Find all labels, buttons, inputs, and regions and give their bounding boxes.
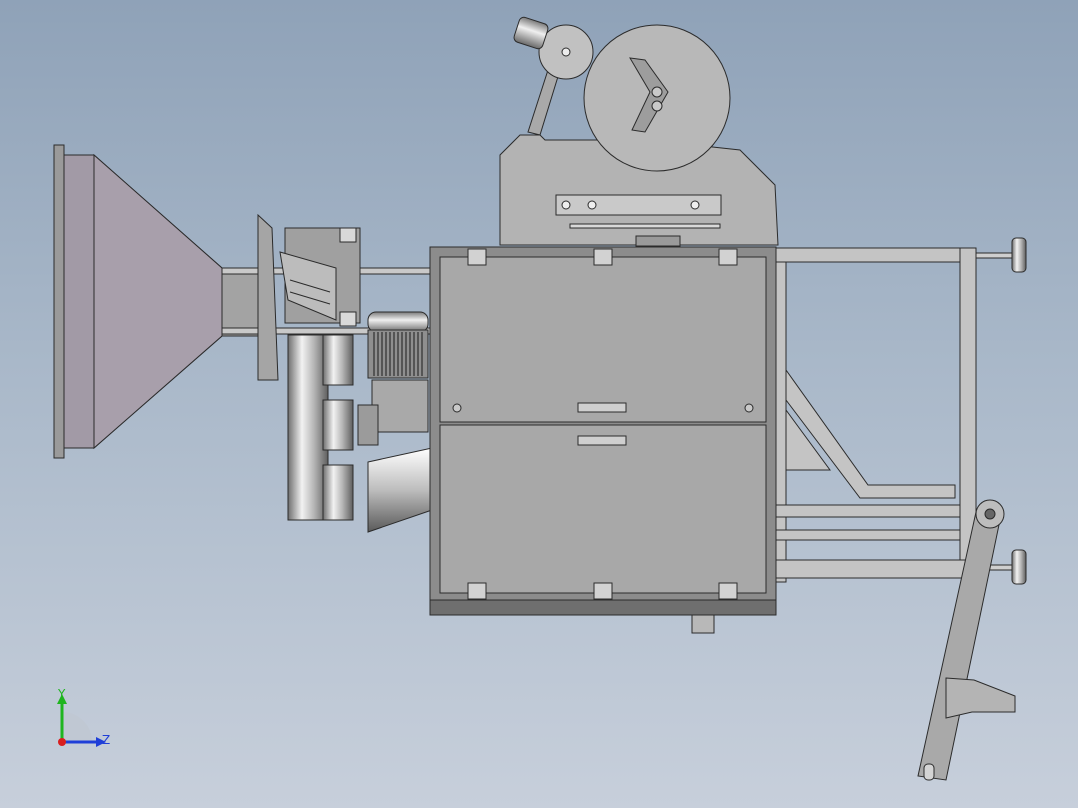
tension-roller-hub bbox=[561, 47, 571, 57]
hopper-flange bbox=[53, 144, 65, 459]
reel-assembly[interactable] bbox=[499, 16, 779, 247]
hopper-neck bbox=[221, 267, 261, 337]
motor-fan-cover bbox=[367, 311, 429, 333]
pulley-groove-2 bbox=[322, 399, 354, 451]
z-axis-label: Z bbox=[102, 733, 110, 747]
pulley-groove-3 bbox=[322, 464, 354, 521]
panel-bolt-left bbox=[452, 403, 462, 413]
drive-motor[interactable] bbox=[357, 311, 429, 446]
main-housing[interactable] bbox=[429, 246, 777, 634]
lower-panel-handle[interactable] bbox=[577, 435, 627, 446]
y-axis-label: Y bbox=[57, 687, 66, 701]
housing-panel-lower bbox=[439, 424, 767, 594]
x-axis-origin bbox=[58, 738, 66, 746]
frame-bottom-rail bbox=[775, 559, 977, 579]
housing-base-plate bbox=[429, 599, 777, 616]
tensioner-arm bbox=[527, 69, 561, 136]
frame-mid-rail bbox=[775, 504, 961, 518]
nameplate bbox=[635, 235, 681, 247]
reel-hub-top bbox=[651, 86, 663, 98]
frame-top-rail bbox=[775, 247, 977, 263]
gearbox bbox=[371, 379, 429, 433]
spring-bottom bbox=[339, 311, 357, 327]
spring-top bbox=[339, 227, 357, 243]
foot-pad-top[interactable] bbox=[1011, 237, 1027, 273]
foot-rod-top bbox=[975, 252, 1013, 259]
pulley-set[interactable] bbox=[287, 334, 354, 521]
large-pulley bbox=[287, 334, 329, 521]
arm-bracket bbox=[945, 677, 1016, 719]
housing-panel-upper bbox=[439, 256, 767, 423]
rail-slot bbox=[569, 223, 721, 229]
arm-end-slot bbox=[923, 763, 935, 781]
frame-low-rail bbox=[775, 529, 961, 541]
gearbox-flange bbox=[357, 404, 379, 446]
pulley-groove-1 bbox=[322, 334, 354, 386]
foot-pad-bottom[interactable] bbox=[1011, 549, 1027, 585]
discharge-cone[interactable] bbox=[367, 447, 433, 533]
swing-arm-link bbox=[917, 511, 1001, 781]
feed-plate bbox=[257, 213, 279, 381]
hopper-inner-face bbox=[93, 153, 223, 450]
reel-hub-bottom bbox=[651, 100, 663, 112]
coordinate-triad[interactable]: Y Z bbox=[40, 680, 130, 760]
pivot-bearing-hub bbox=[984, 508, 996, 520]
cad-viewport[interactable]: Y Z bbox=[0, 0, 1078, 808]
triad-plane-highlight bbox=[62, 712, 92, 742]
panel-bolt-right bbox=[744, 403, 754, 413]
base-fitting bbox=[691, 614, 715, 634]
rear-frame[interactable] bbox=[775, 247, 977, 583]
frame-diagonal-brace bbox=[785, 368, 956, 499]
machine-assembly-model[interactable] bbox=[0, 0, 1078, 808]
hopper[interactable] bbox=[53, 144, 261, 459]
upper-panel-handle[interactable] bbox=[577, 402, 627, 413]
